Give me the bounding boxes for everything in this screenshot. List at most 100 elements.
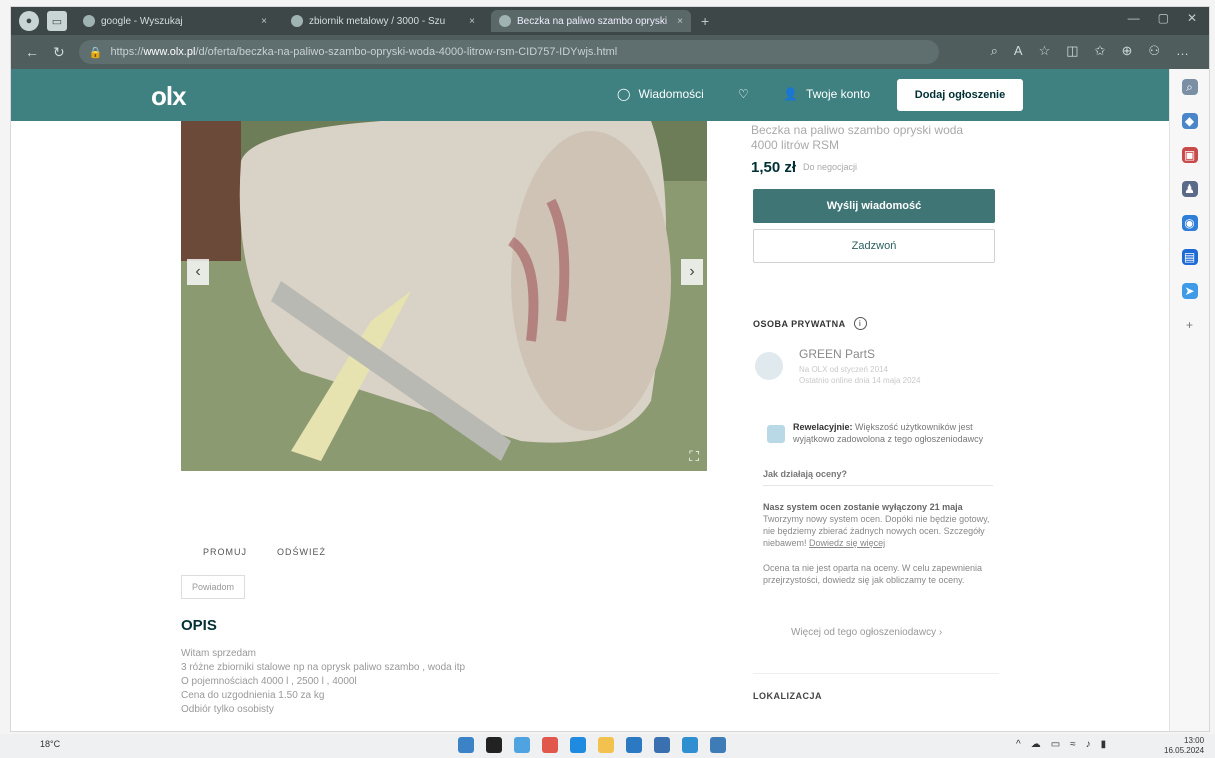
description-line: Odbiór tylko osobisty [181,704,274,715]
olx-logo[interactable]: olx [151,81,187,112]
start-icon[interactable] [458,737,474,753]
taskbar: 18°C ^ ☁ ▭ ≈ ♪ ▮ 13:00 16.05.2024 [0,734,1215,758]
tab-actions-icon[interactable]: ▭ [47,11,67,31]
collections-icon[interactable]: ⊕ [1121,43,1132,59]
photo-prev-arrow-icon[interactable]: ‹ [187,259,209,285]
cloud-icon[interactable]: ☁ [1031,739,1041,750]
lock-icon: 🔒 [88,46,103,59]
store-icon[interactable] [654,737,670,753]
add-listing-button[interactable]: Dodaj ogłoszenie [897,79,1023,111]
maximize-icon[interactable]: ▢ [1158,11,1169,25]
widget-icon[interactable] [486,737,502,753]
url-host: www.olx.pl [143,46,196,58]
outlook-icon[interactable]: ◉ [1181,215,1198,231]
profile-copilot-icon[interactable]: ⚇ [1148,43,1160,59]
seller-name[interactable]: GREEN PartS [799,347,875,361]
clock[interactable]: 13:00 16.05.2024 [1164,736,1204,756]
browser-sidebar: ⌕ ◆ ▣ ♟ ◉ ▤ ➤ + [1169,69,1209,731]
tab-google[interactable]: google - Wyszukaj × [75,10,275,32]
chevron-up-icon[interactable]: ^ [1016,739,1021,750]
messages-label: Wiadomości [638,87,704,101]
tab-label: google - Wyszukaj [101,15,183,27]
minimize-icon[interactable]: — [1128,11,1140,25]
firefox-icon[interactable] [542,737,558,753]
photos-icon[interactable] [626,737,642,753]
edge-icon[interactable] [570,737,586,753]
info-icon[interactable]: i [853,317,867,330]
url-field[interactable]: 🔒 https:// www.olx.pl /d/oferta/beczka-n… [78,40,939,64]
mail-icon[interactable] [682,737,698,753]
seller-meta: Na OLX od styczeń 2014 Ostatnio online d… [799,364,920,386]
how-ratings-link[interactable]: Jak działają oceny? [763,469,847,479]
olx-favicon-icon [499,15,511,27]
learn-more-link[interactable]: Dowiedz się więcej [809,538,885,548]
photo-next-arrow-icon[interactable]: › [681,259,703,285]
copilot-icon[interactable] [514,737,530,753]
olx-favicon-icon [291,15,303,27]
zoom-icon[interactable]: ⌕ [991,43,998,59]
more-menu-icon[interactable]: … [1176,43,1189,59]
tag-icon[interactable]: ◆ [1181,113,1198,129]
split-screen-icon[interactable]: ◫ [1066,43,1078,59]
favorites-icon[interactable]: ✩ [1095,43,1106,59]
back-icon[interactable]: ← [25,44,39,60]
close-tab-icon[interactable]: × [261,16,267,27]
listing-price: 1,50 zł [751,159,797,176]
read-aloud-icon[interactable]: A [1014,43,1023,59]
send-message-button[interactable]: Wyślij wiadomość [753,189,995,223]
url-prefix: https:// [110,46,144,58]
file-explorer-icon[interactable] [598,737,614,753]
account-link[interactable]: 👤 Twoje konto [783,87,870,101]
favorites-heart-icon[interactable]: ♡ [738,87,749,101]
weather-widget[interactable]: 18°C [40,739,60,749]
taskbar-apps [458,737,726,753]
ratings-notice-2: Ocena ta nie jest oparta na oceny. W cel… [763,562,993,586]
tab-beczka[interactable]: Beczka na paliwo szambo opryski × [491,10,691,32]
favorite-star-icon[interactable]: ☆ [1039,43,1051,59]
rating-title: Rewelacyjnie: [793,422,853,432]
app-icon[interactable] [710,737,726,753]
profile-icon[interactable]: ● [19,11,39,31]
notice2-text: Ocena ta nie jest oparta na oceny. W cel… [763,563,982,585]
description-line: Cena do uzgodnienia 1.50 za kg [181,690,325,701]
chevron-right-icon: › [938,627,943,638]
add-plus-icon[interactable]: + [1182,317,1198,333]
listing-title: Beczka na paliwo szambo opryski woda 400… [751,123,964,152]
new-tab-button[interactable]: + [701,13,709,29]
call-button[interactable]: Zadzwoń [753,229,995,263]
tab-zbiornik[interactable]: zbiornik metalowy / 3000 - Szu × [283,10,483,32]
toolbox-icon[interactable]: ▣ [1181,147,1198,163]
reload-icon[interactable]: ↻ [53,44,65,61]
browser-toolbar: ⌕ A ☆ ◫ ✩ ⊕ ⚇ … [991,43,1189,59]
listing-photo[interactable]: ‹ › ⛶ [181,121,707,471]
promote-link[interactable]: PROMUJ [203,547,247,557]
account-label: Twoje konto [805,87,870,101]
tab-bar: ● ▭ google - Wyszukaj × zbiornik metalow… [11,7,1209,35]
search-icon[interactable]: ⌕ [1181,79,1198,95]
battery-icon[interactable]: ▮ [1101,739,1107,750]
games-icon[interactable]: ♟ [1181,181,1198,197]
tank-photo-image [181,121,707,471]
description-line: Witam sprzedam [181,648,257,659]
location-heading: LOKALIZACJA [753,691,822,701]
more-from-seller-link[interactable]: Więcej od tego ogłoszeniodawcy › [791,627,942,638]
close-window-icon[interactable]: ✕ [1187,11,1197,25]
messages-link[interactable]: ◯ Wiadomości [617,87,704,101]
clock-time: 13:00 [1184,736,1205,745]
refresh-link[interactable]: ODŚWIEŻ [277,547,326,557]
office-icon[interactable]: ▤ [1181,249,1198,265]
seller-avatar [755,352,783,380]
rating-badge-icon [767,425,785,443]
send-icon[interactable]: ➤ [1181,283,1198,299]
user-icon: 👤 [783,87,798,101]
description-line: O pojemnościach 4000 l , 2500 l , 4000l [181,676,357,687]
volume-icon[interactable]: ♪ [1086,739,1091,750]
tab-label: Beczka na paliwo szambo opryski [517,15,668,27]
monitor-icon[interactable]: ▭ [1051,739,1060,750]
close-tab-icon[interactable]: × [469,16,475,27]
notify-button[interactable]: Powiadom [181,575,245,599]
fullscreen-icon[interactable]: ⛶ [689,448,699,465]
wifi-icon[interactable]: ≈ [1070,739,1076,750]
close-tab-icon[interactable]: × [677,16,683,27]
rating-summary: Rewelacyjnie: Większość użytkowników jes… [793,421,993,445]
